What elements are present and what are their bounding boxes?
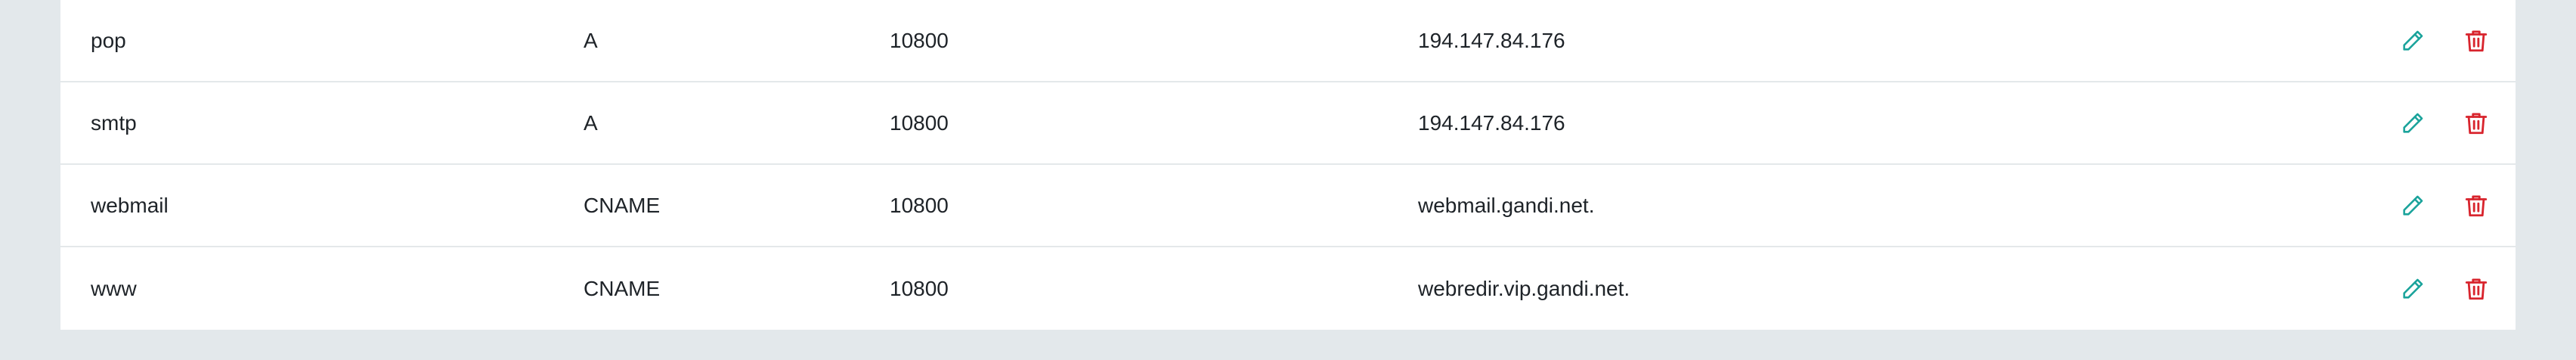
record-ttl: 10800 xyxy=(890,193,949,217)
edit-record-button[interactable] xyxy=(2396,189,2429,222)
pencil-icon xyxy=(2403,113,2423,133)
table-row: webmail CNAME 10800 webmail.gandi.net. xyxy=(60,165,2516,247)
record-name: pop xyxy=(91,28,126,52)
dns-records-table: pop A 10800 194.147.84.176 smtp A 10800 … xyxy=(60,0,2516,330)
delete-record-button[interactable] xyxy=(2460,24,2493,57)
record-ttl: 10800 xyxy=(890,110,949,135)
trash-icon xyxy=(2465,113,2488,134)
record-name: smtp xyxy=(91,110,137,135)
record-type: CNAME xyxy=(584,276,661,300)
record-type: CNAME xyxy=(584,193,661,217)
pencil-icon xyxy=(2403,195,2423,216)
record-value: webmail.gandi.net. xyxy=(1418,193,1595,217)
edit-record-button[interactable] xyxy=(2396,272,2429,306)
table-row: smtp A 10800 194.147.84.176 xyxy=(60,82,2516,165)
record-value: webredir.vip.gandi.net. xyxy=(1418,276,1630,300)
record-type: A xyxy=(584,28,598,52)
table-row: www CNAME 10800 webredir.vip.gandi.net. xyxy=(60,247,2516,330)
trash-icon xyxy=(2465,195,2488,216)
pencil-icon xyxy=(2403,278,2423,299)
delete-record-button[interactable] xyxy=(2460,272,2493,306)
trash-icon xyxy=(2465,278,2488,299)
table-row: pop A 10800 194.147.84.176 xyxy=(60,0,2516,82)
record-value: 194.147.84.176 xyxy=(1418,28,1565,52)
edit-record-button[interactable] xyxy=(2396,107,2429,140)
record-value: 194.147.84.176 xyxy=(1418,110,1565,135)
record-name: www xyxy=(91,276,137,300)
trash-icon xyxy=(2465,30,2488,51)
record-type: A xyxy=(584,110,598,135)
delete-record-button[interactable] xyxy=(2460,107,2493,140)
record-ttl: 10800 xyxy=(890,276,949,300)
record-ttl: 10800 xyxy=(890,28,949,52)
record-name: webmail xyxy=(91,193,169,217)
pencil-icon xyxy=(2403,30,2423,51)
edit-record-button[interactable] xyxy=(2396,24,2429,57)
delete-record-button[interactable] xyxy=(2460,189,2493,222)
